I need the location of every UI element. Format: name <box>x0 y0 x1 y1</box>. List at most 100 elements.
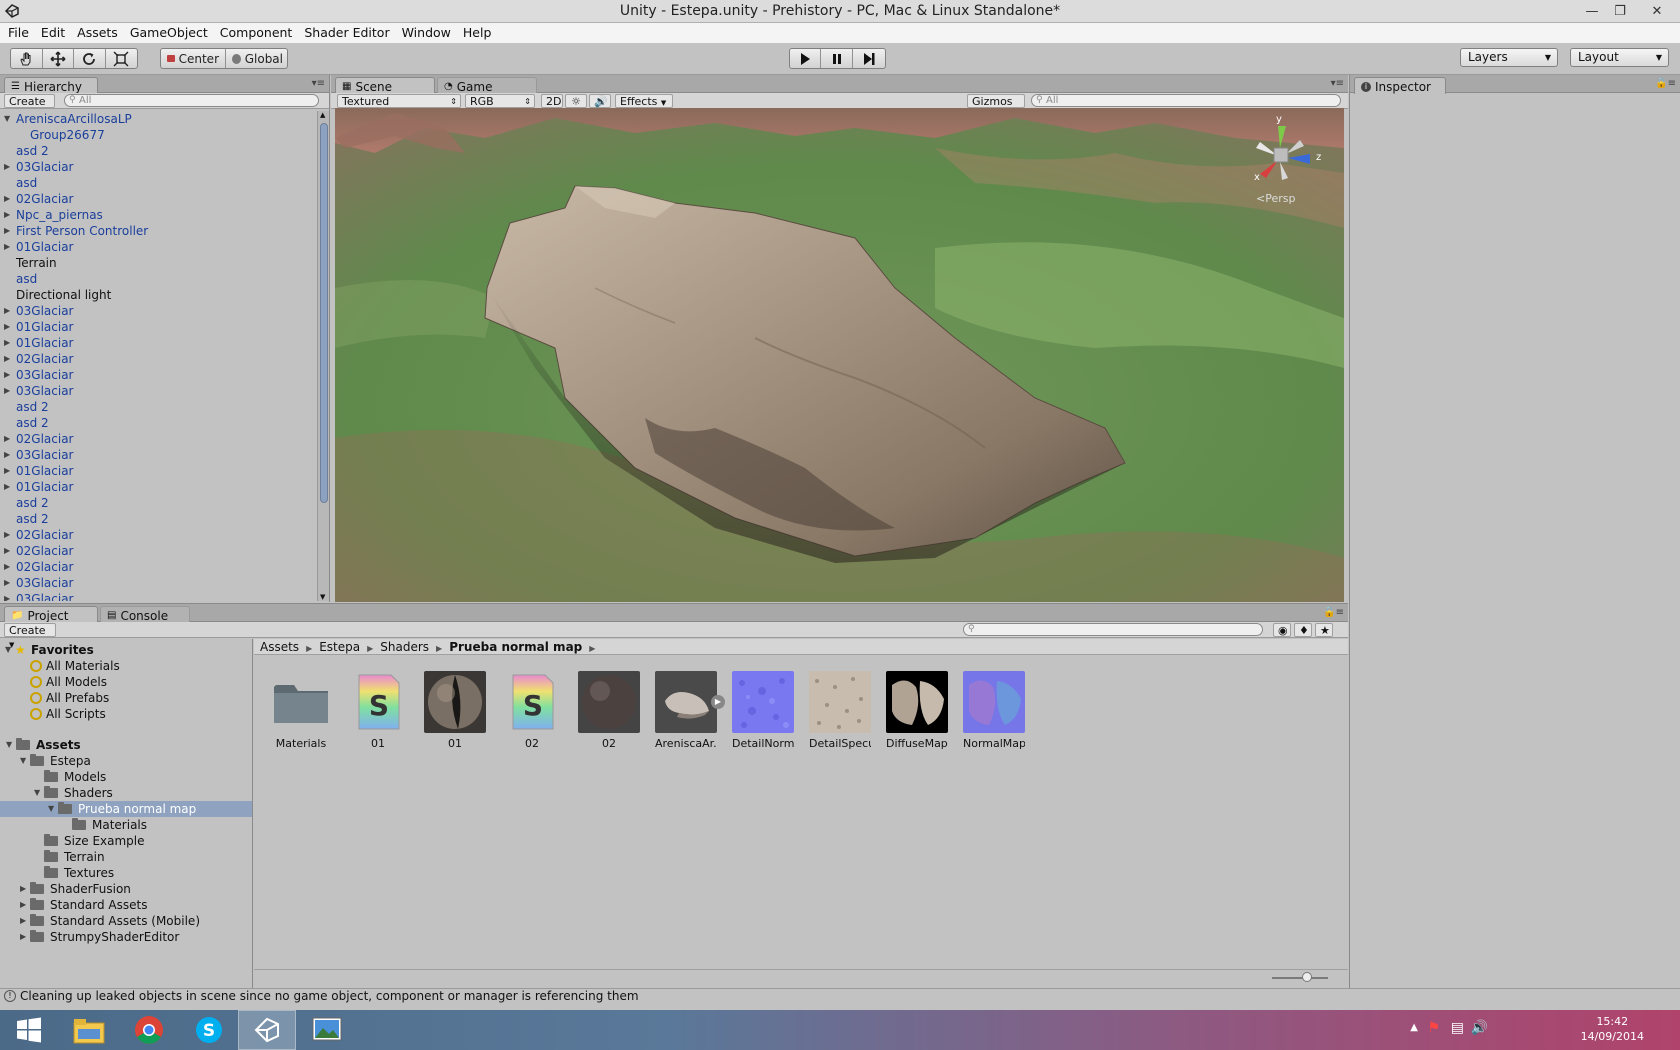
gizmos-dropdown[interactable]: Gizmos ▼ <box>967 94 1025 120</box>
menu-window[interactable]: Window <box>396 23 457 43</box>
hierarchy-item[interactable]: asd 2 <box>0 143 318 159</box>
project-folder-item[interactable]: ▼ Shaders <box>0 785 252 801</box>
start-button[interactable] <box>0 1010 58 1050</box>
asset-item[interactable]: DetailNorm... <box>732 671 794 750</box>
collapse-arrow-icon[interactable]: ▶ <box>4 335 10 351</box>
expand-arrow-icon[interactable]: ▼ <box>6 737 12 753</box>
expand-arrow-icon[interactable]: ▼ <box>20 753 26 769</box>
expand-arrow-icon[interactable]: ▼ <box>34 785 40 801</box>
collapse-arrow-icon[interactable]: ▶ <box>4 303 10 319</box>
project-folder-item[interactable]: Models <box>0 769 252 785</box>
hand-tool-button[interactable] <box>11 49 43 68</box>
collapse-arrow-icon[interactable]: ▶ <box>20 881 26 897</box>
project-folder-item[interactable]: Size Example <box>0 833 252 849</box>
tray-flag-icon[interactable]: ⚑ <box>1427 1020 1440 1036</box>
hierarchy-item[interactable]: ▶ 01Glaciar <box>0 319 318 335</box>
menu-help[interactable]: Help <box>457 23 498 43</box>
filter-type-button[interactable]: ◉ <box>1273 623 1291 637</box>
taskbar-explorer[interactable] <box>60 1010 118 1050</box>
hierarchy-item[interactable]: ▶ 03Glaciar <box>0 575 318 591</box>
menu-gameobject[interactable]: GameObject <box>124 23 214 43</box>
collapse-arrow-icon[interactable]: ▶ <box>4 479 10 495</box>
audio-toggle[interactable]: 🔊 <box>589 94 611 108</box>
restore-button[interactable]: ❐ <box>1606 0 1634 22</box>
hierarchy-item[interactable]: ▶ 02Glaciar <box>0 559 318 575</box>
layers-dropdown[interactable]: Layers ▼ <box>1460 48 1558 67</box>
project-folder-item[interactable]: ▼ Assets <box>0 737 252 753</box>
collapse-arrow-icon[interactable]: ▶ <box>4 159 10 175</box>
lighting-toggle[interactable]: ☼ <box>565 94 587 108</box>
hierarchy-item[interactable]: asd 2 <box>0 511 318 527</box>
asset-item[interactable]: DetailSpecu... <box>809 671 871 750</box>
asset-item[interactable]: ▶ AreniscaAr... <box>655 671 725 750</box>
breadcrumb-item[interactable]: Assets <box>260 640 299 654</box>
collapse-arrow-icon[interactable]: ▶ <box>4 239 10 255</box>
taskbar-clock[interactable]: 15:42 14/09/2014 <box>1581 1014 1644 1044</box>
hierarchy-item[interactable]: ▶ First Person Controller <box>0 223 318 239</box>
hierarchy-item[interactable]: asd <box>0 271 318 287</box>
step-button[interactable] <box>853 49 885 68</box>
color-mode-dropdown[interactable]: RGB ⇕ <box>465 94 535 108</box>
close-button[interactable]: ✕ <box>1634 0 1680 22</box>
hierarchy-item[interactable]: Group26677 <box>0 127 318 143</box>
tab-console[interactable]: ▤ Console <box>100 606 190 623</box>
menu-file[interactable]: File <box>2 23 35 43</box>
hierarchy-item[interactable]: ▶ 03Glaciar <box>0 383 318 399</box>
hierarchy-item[interactable]: asd 2 <box>0 415 318 431</box>
hierarchy-item[interactable]: ▶ Npc_a_piernas <box>0 207 318 223</box>
hierarchy-item[interactable]: asd 2 <box>0 399 318 415</box>
collapse-arrow-icon[interactable]: ▶ <box>4 319 10 335</box>
taskbar-skype[interactable]: S <box>180 1010 238 1050</box>
hierarchy-create-button[interactable]: Create ▼ <box>4 94 55 120</box>
hierarchy-item[interactable]: ▶ 02Glaciar <box>0 431 318 447</box>
lock-menu-icon[interactable]: 🔒≡ <box>1655 78 1676 89</box>
collapse-arrow-icon[interactable]: ▶ <box>4 559 10 575</box>
hierarchy-item[interactable]: ▶ 03Glaciar <box>0 303 318 319</box>
hierarchy-item[interactable]: ▶ 01Glaciar <box>0 335 318 351</box>
hierarchy-item[interactable]: ▶ 01Glaciar <box>0 239 318 255</box>
project-folder-item[interactable]: ▶ Standard Assets (Mobile) <box>0 913 252 929</box>
effects-dropdown[interactable]: Effects ▼ <box>615 94 673 108</box>
orientation-gizmo[interactable]: y z x <Persp <box>1248 114 1328 210</box>
project-folder-item[interactable]: ▶ ShaderFusion <box>0 881 252 897</box>
collapse-arrow-icon[interactable]: ▶ <box>20 913 26 929</box>
tab-game[interactable]: ◔ Game <box>437 77 537 94</box>
taskbar-chrome[interactable] <box>120 1010 178 1050</box>
asset-item[interactable]: 01 <box>424 671 486 750</box>
expand-arrow-icon[interactable]: ▼ <box>48 801 54 817</box>
project-search-input[interactable]: ⚲ <box>963 623 1263 636</box>
scene-search-input[interactable]: ⚲ All <box>1031 94 1341 107</box>
collapse-arrow-icon[interactable]: ▶ <box>4 527 10 543</box>
move-tool-button[interactable] <box>43 49 74 68</box>
expand-arrow-icon[interactable]: ▼ <box>4 111 10 127</box>
status-bar[interactable]: ! Cleaning up leaked objects in scene si… <box>0 988 1680 1003</box>
play-button[interactable] <box>790 49 822 68</box>
menu-shader-editor[interactable]: Shader Editor <box>298 23 395 43</box>
collapse-arrow-icon[interactable]: ▶ <box>4 367 10 383</box>
collapse-arrow-icon[interactable]: ▶ <box>4 591 10 601</box>
tray-network-icon[interactable]: ▤ <box>1451 1020 1464 1036</box>
hierarchy-search-input[interactable]: ⚲ All <box>64 94 319 107</box>
hierarchy-item[interactable]: ▶ 03Glaciar <box>0 447 318 463</box>
asset-item[interactable]: DiffuseMap... <box>886 671 948 750</box>
hierarchy-item[interactable]: asd 2 <box>0 495 318 511</box>
asset-item[interactable]: NormalMap... <box>963 671 1025 750</box>
pivot-center-button[interactable]: Center <box>161 49 226 68</box>
project-folder-item[interactable]: ▶ Standard Assets <box>0 897 252 913</box>
breadcrumb-item[interactable]: Estepa <box>319 640 360 654</box>
tray-volume-icon[interactable]: 🔊 <box>1471 1020 1488 1036</box>
menu-assets[interactable]: Assets <box>71 23 124 43</box>
hierarchy-item[interactable]: ▶ 01Glaciar <box>0 479 318 495</box>
taskbar-unity[interactable] <box>238 1010 296 1050</box>
scene-view[interactable]: y z x <Persp <box>335 108 1344 602</box>
project-folder-item[interactable]: ▼ Prueba normal map <box>0 801 252 817</box>
scroll-down-arrow[interactable]: ▼ <box>320 593 325 601</box>
hierarchy-item[interactable]: Terrain <box>0 255 318 271</box>
2d-toggle[interactable]: 2D <box>541 94 563 108</box>
minimize-button[interactable]: — <box>1578 0 1606 22</box>
hierarchy-item[interactable]: ▶ 02Glaciar <box>0 351 318 367</box>
hierarchy-item[interactable]: ▶ 03Glaciar <box>0 591 318 601</box>
collapse-arrow-icon[interactable]: ▶ <box>4 207 10 223</box>
taskbar-photos[interactable] <box>298 1010 356 1050</box>
collapse-arrow-icon[interactable]: ▶ <box>4 431 10 447</box>
